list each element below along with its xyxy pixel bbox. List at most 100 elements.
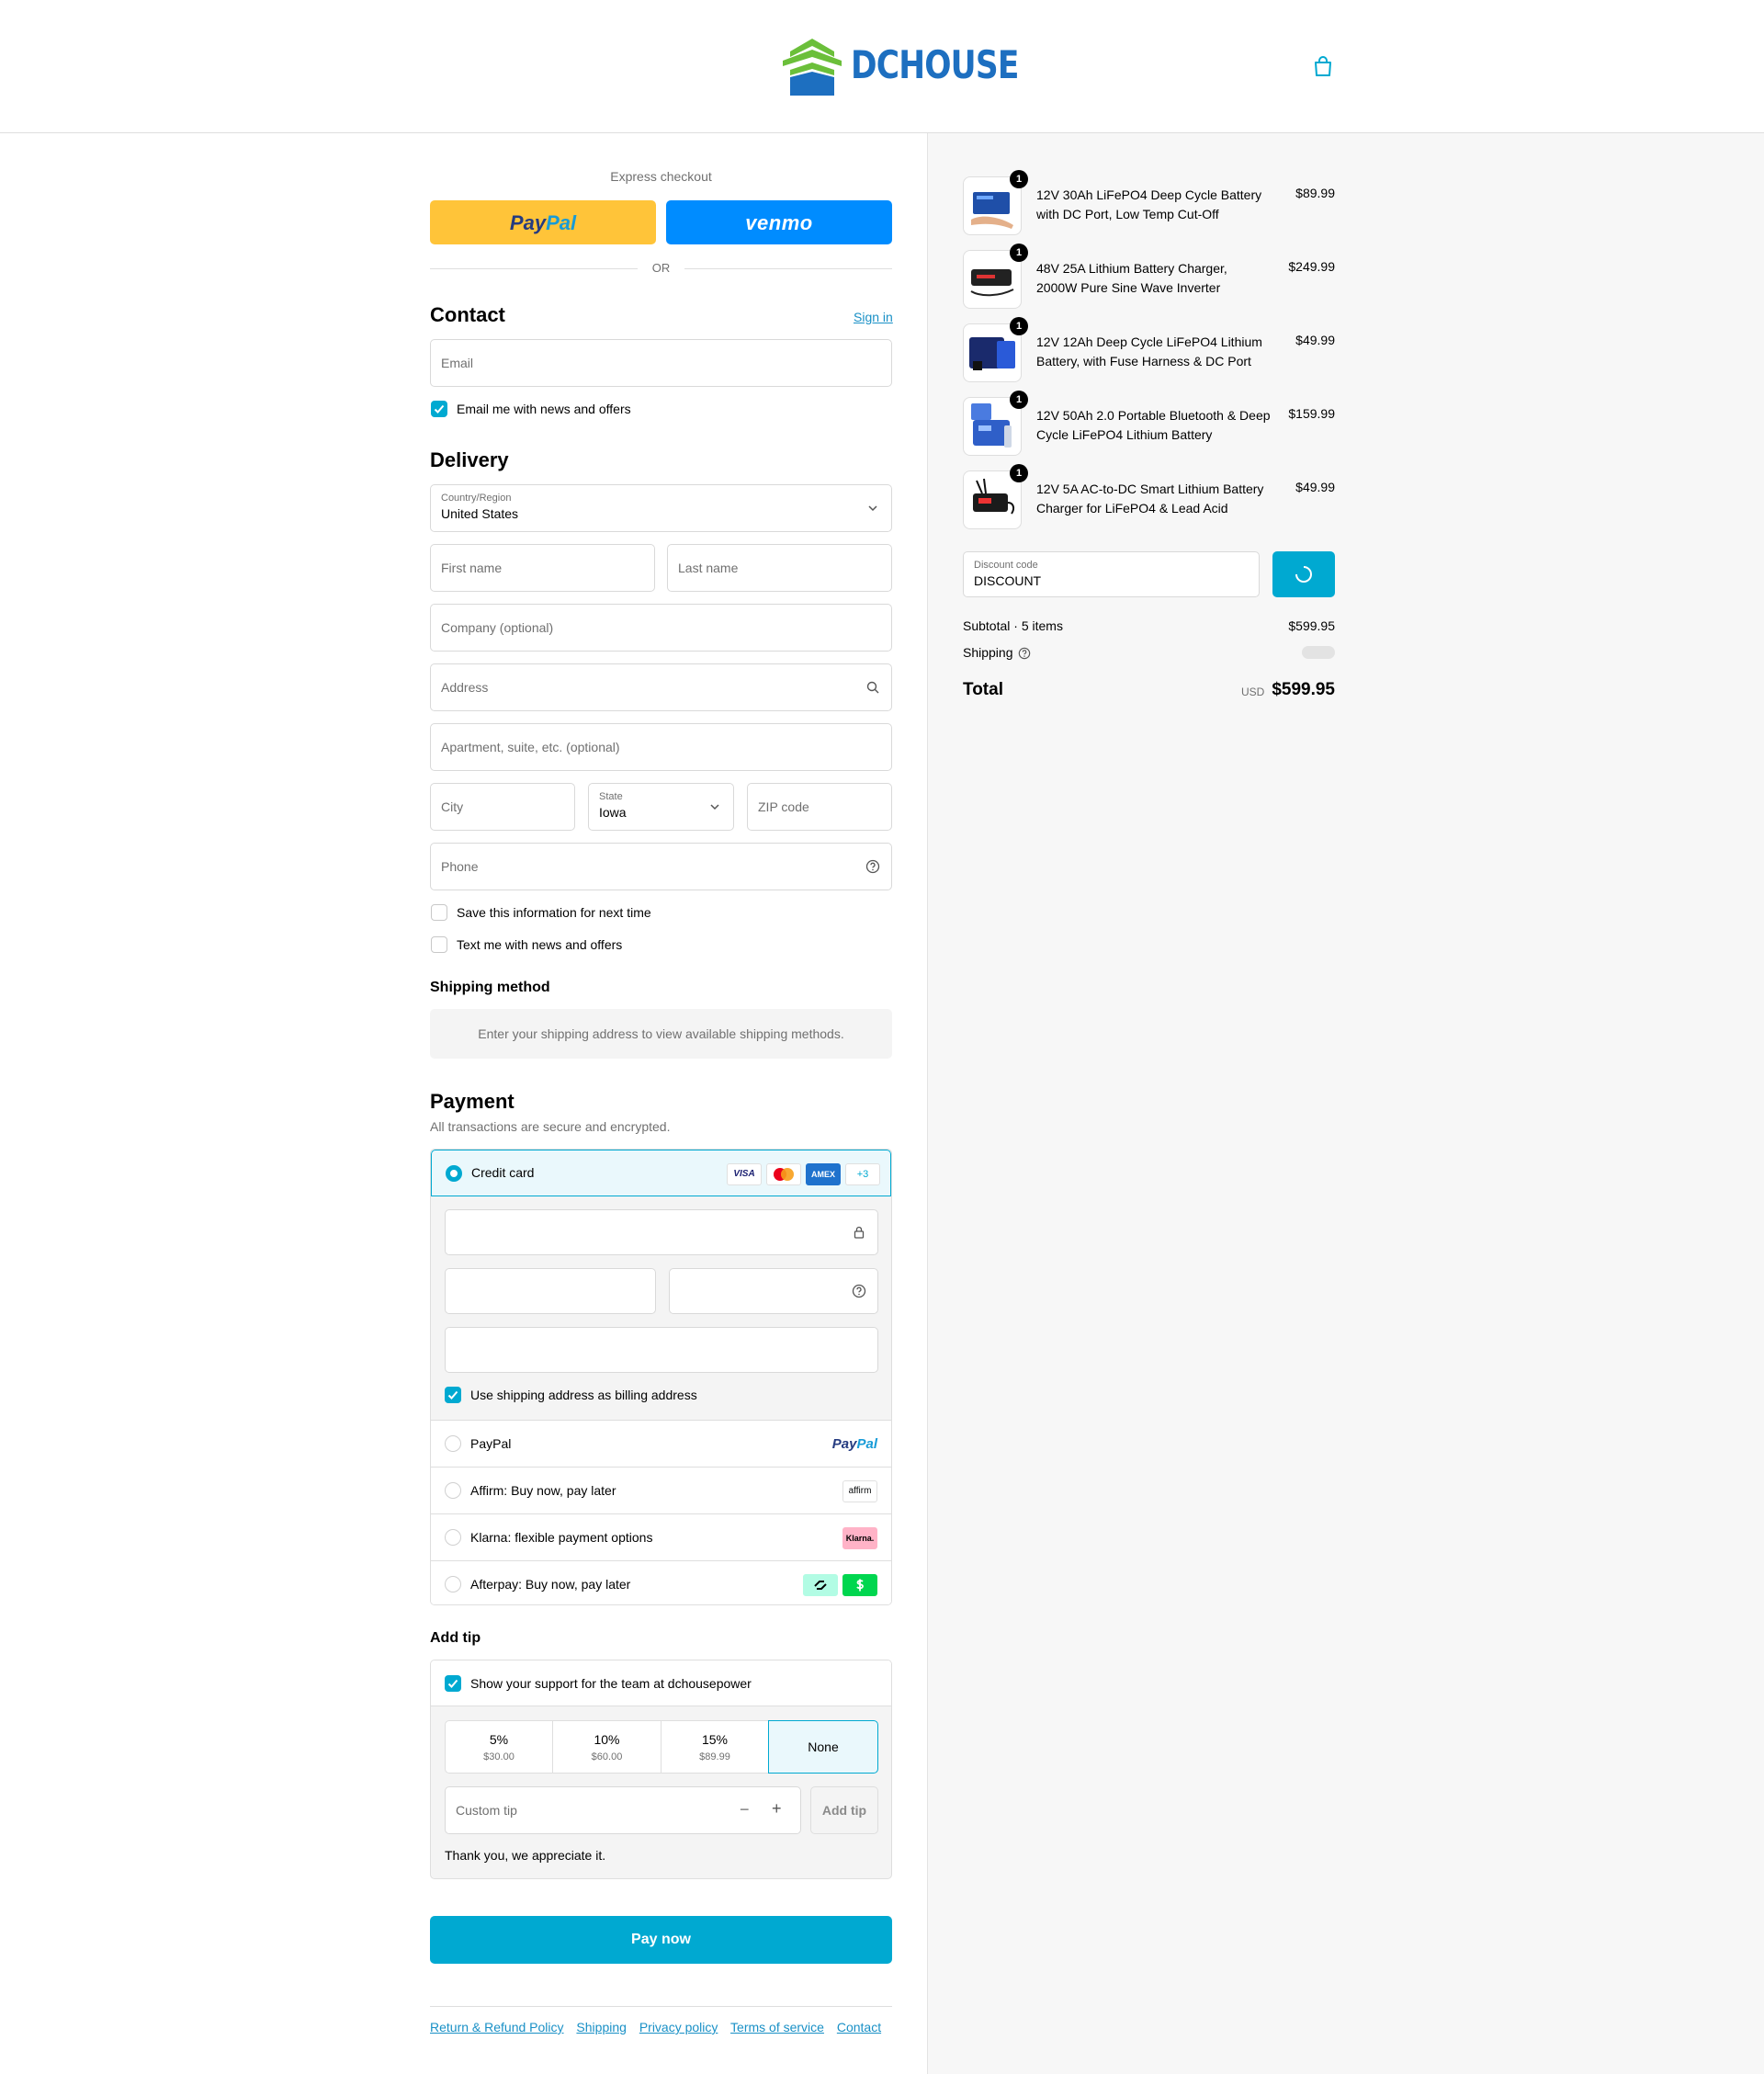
last-name-field[interactable]: Last name — [667, 544, 892, 592]
email-field[interactable]: Email — [430, 339, 892, 387]
product-name: 48V 25A Lithium Battery Charger, 2000W P… — [1036, 261, 1227, 295]
check-icon — [434, 404, 445, 414]
afterpay-logo-icon — [803, 1574, 838, 1596]
product-price: $49.99 — [1295, 480, 1335, 494]
payment-heading: Payment — [430, 1090, 514, 1113]
refund-policy-link[interactable]: Return & Refund Policy — [430, 2020, 564, 2034]
help-icon[interactable] — [865, 859, 880, 874]
card-number-field[interactable] — [445, 1209, 878, 1255]
lock-icon — [854, 1226, 865, 1239]
name-on-card-field[interactable] — [445, 1327, 878, 1373]
discount-code-value: DISCOUNT — [974, 573, 1042, 588]
tip-thanks-text: Thank you, we appreciate it. — [445, 1848, 606, 1863]
last-name-placeholder: Last name — [678, 561, 739, 575]
tip-increment-button[interactable]: + — [772, 1799, 782, 1819]
help-icon[interactable] — [1018, 647, 1031, 660]
company-field[interactable]: Company (optional) — [430, 604, 892, 652]
tip-decrement-button[interactable]: − — [740, 1800, 750, 1819]
quantity-badge: 1 — [1010, 464, 1028, 482]
shopping-bag-icon[interactable] — [1313, 55, 1333, 77]
zip-placeholder: ZIP code — [758, 799, 809, 814]
add-tip-heading: Add tip — [430, 1630, 481, 1646]
cart-item: 1 12V 12Ah Deep Cycle LiFePO4 Lithium Ba… — [963, 317, 1335, 384]
brand-logo[interactable]: DCHOUSE — [779, 35, 1019, 97]
contact-link[interactable]: Contact — [837, 2020, 881, 2034]
klarna-option[interactable]: Klarna: flexible payment options Klarna. — [431, 1513, 891, 1560]
email-news-label: Email me with news and offers — [457, 402, 631, 416]
tip-option-10[interactable]: 10% $60.00 — [552, 1720, 662, 1774]
apartment-field[interactable]: Apartment, suite, etc. (optional) — [430, 723, 892, 771]
phone-field[interactable]: Phone — [430, 843, 892, 890]
zip-field[interactable]: ZIP code — [747, 783, 892, 831]
email-news-checkbox[interactable] — [431, 401, 447, 417]
tip-support-label: Show your support for the team at dchous… — [470, 1676, 752, 1691]
pay-now-button[interactable]: Pay now — [430, 1916, 892, 1964]
afterpay-radio[interactable] — [445, 1576, 461, 1592]
text-me-checkbox[interactable] — [431, 936, 447, 953]
address-field[interactable]: Address — [430, 663, 892, 711]
save-info-checkbox[interactable] — [431, 904, 447, 921]
paypal-logo-pay: Pay — [831, 1436, 857, 1452]
tip-percent: 5% — [489, 1732, 509, 1747]
credit-card-option[interactable]: Credit card VISA AMEX +3 — [431, 1150, 891, 1196]
security-code-field[interactable] — [669, 1268, 878, 1314]
check-icon — [447, 1679, 458, 1688]
shipping-method-heading: Shipping method — [430, 980, 550, 995]
credit-card-radio[interactable] — [446, 1164, 462, 1182]
mastercard-icon — [766, 1163, 801, 1185]
paypal-express-button[interactable]: PayPal — [430, 200, 656, 244]
affirm-radio[interactable] — [445, 1482, 461, 1499]
tip-support-checkbox[interactable] — [445, 1675, 461, 1692]
product-price: $249.99 — [1288, 259, 1335, 274]
quantity-badge: 1 — [1010, 317, 1028, 335]
city-placeholder: City — [441, 799, 464, 814]
affirm-option[interactable]: Affirm: Buy now, pay later affirm — [431, 1467, 891, 1513]
footer-divider — [430, 2006, 892, 2007]
venmo-express-button[interactable]: venmo — [666, 200, 892, 244]
quantity-badge: 1 — [1010, 244, 1028, 262]
paypal-logo-pal: Pal — [856, 1436, 877, 1452]
product-price: $49.99 — [1295, 333, 1335, 347]
card-fields-panel: Use shipping address as billing address — [431, 1196, 891, 1420]
state-select[interactable]: State Iowa — [588, 783, 734, 831]
shipping-policy-link[interactable]: Shipping — [576, 2020, 627, 2034]
payment-methods: Credit card VISA AMEX +3 Use shipping ad… — [430, 1149, 892, 1605]
product-name: 12V 12Ah Deep Cycle LiFePO4 Lithium Batt… — [1036, 334, 1262, 368]
expiration-date-field[interactable] — [445, 1268, 656, 1314]
country-select[interactable]: Country/Region United States — [430, 484, 892, 532]
header: DCHOUSE — [0, 0, 1764, 133]
first-name-field[interactable]: First name — [430, 544, 655, 592]
paypal-wordmark-pay: Pay — [509, 211, 547, 234]
klarna-logo-icon: Klarna. — [842, 1527, 877, 1549]
tip-option-none[interactable]: None — [768, 1720, 878, 1774]
klarna-radio[interactable] — [445, 1529, 461, 1546]
tip-option-15[interactable]: 15% $89.99 — [661, 1720, 769, 1774]
sign-in-link[interactable]: Sign in — [854, 310, 893, 324]
help-icon[interactable] — [852, 1284, 866, 1298]
add-tip-button[interactable]: Add tip — [810, 1786, 878, 1834]
first-name-placeholder: First name — [441, 561, 503, 575]
or-divider-label: OR — [651, 261, 671, 275]
product-image: 1 — [963, 317, 1028, 382]
shipping-method-notice: Enter your shipping address to view avai… — [478, 1026, 844, 1041]
tip-option-5[interactable]: 5% $30.00 — [445, 1720, 553, 1774]
subtotal-label: Subtotal · 5 items — [963, 618, 1063, 633]
billing-same-checkbox[interactable] — [445, 1387, 461, 1403]
terms-of-service-link[interactable]: Terms of service — [730, 2020, 824, 2034]
paypal-option[interactable]: PayPal PayPal — [431, 1420, 891, 1467]
afterpay-option[interactable]: Afterpay: Buy now, pay later — [431, 1560, 891, 1604]
company-placeholder: Company (optional) — [441, 620, 554, 635]
tip-amount: $89.99 — [699, 1751, 730, 1762]
add-tip-button-label: Add tip — [821, 1803, 867, 1818]
apply-discount-button[interactable] — [1272, 551, 1335, 597]
discount-code-field[interactable]: Discount code DISCOUNT — [963, 551, 1260, 597]
discount-code-label: Discount code — [974, 560, 1038, 571]
shipping-label: Shipping — [963, 645, 1013, 660]
privacy-policy-link[interactable]: Privacy policy — [639, 2020, 718, 2034]
city-field[interactable]: City — [430, 783, 575, 831]
payment-subtitle: All transactions are secure and encrypte… — [430, 1119, 671, 1134]
search-icon — [866, 681, 879, 694]
custom-tip-field[interactable]: Custom tip − + — [445, 1786, 801, 1834]
paypal-radio[interactable] — [445, 1435, 461, 1452]
state-label: State — [599, 791, 623, 802]
